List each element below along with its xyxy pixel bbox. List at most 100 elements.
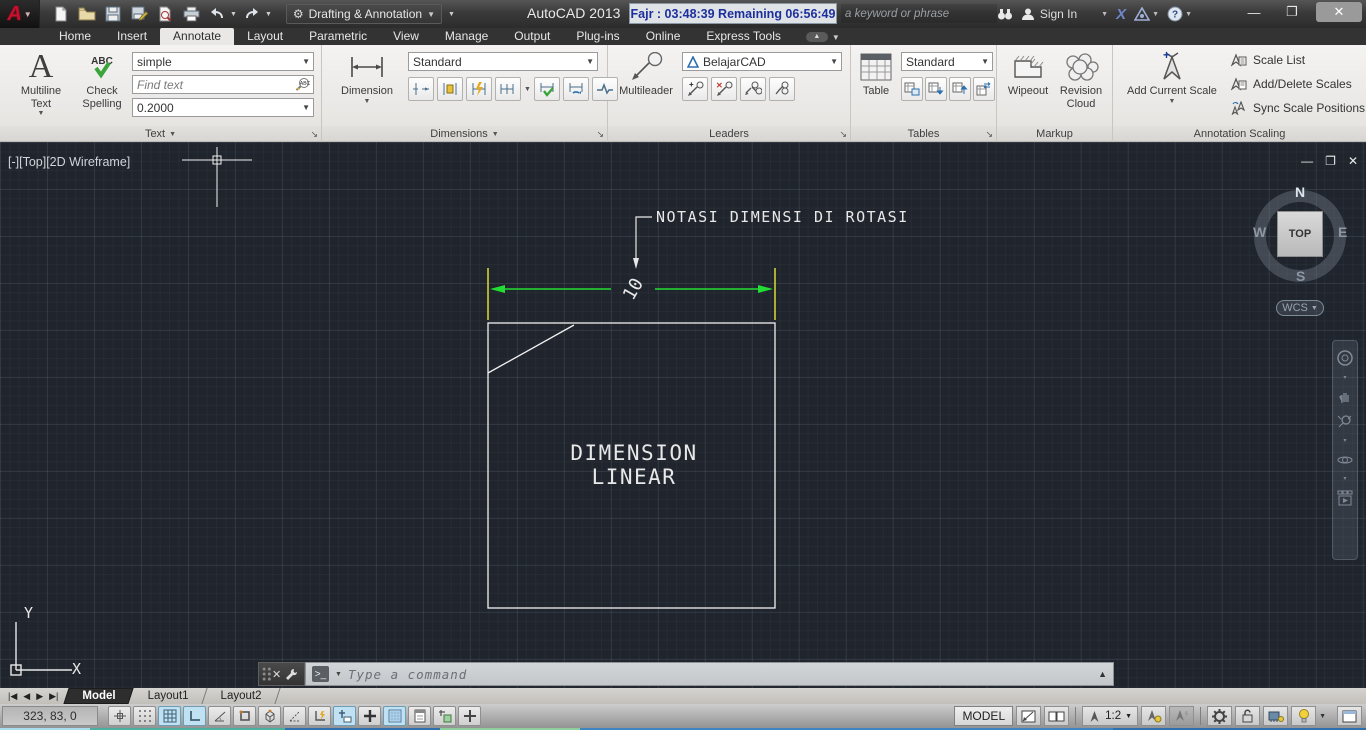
panel-title-text[interactable]: Text ▼ ↘ (0, 126, 322, 142)
snap-mode-toggle[interactable] (133, 706, 156, 726)
tab-manage[interactable]: Manage (432, 28, 501, 45)
multileader-button[interactable]: Multileader (614, 49, 678, 98)
text-style-combo[interactable]: simple ▼ (132, 52, 314, 71)
grid-display-toggle[interactable] (158, 706, 181, 726)
quick-dimension-button[interactable] (466, 77, 492, 101)
command-prompt-icon[interactable]: >_ (312, 666, 329, 682)
tab-parametric[interactable]: Parametric (296, 28, 380, 45)
clean-screen-button[interactable] (1337, 706, 1362, 726)
add-leader-button[interactable]: + (682, 77, 708, 101)
viewcube-top-face[interactable]: TOP (1277, 211, 1323, 257)
selection-cycling-toggle[interactable] (433, 706, 456, 726)
quick-properties-toggle[interactable] (408, 706, 431, 726)
viewcube-east[interactable]: E (1338, 224, 1347, 240)
open-file-button[interactable] (76, 4, 98, 24)
tab-output[interactable]: Output (501, 28, 563, 45)
continue-dropdown[interactable]: ▼ (524, 86, 531, 93)
annotation-monitor-toggle[interactable] (458, 706, 481, 726)
dimension-break-button[interactable] (408, 77, 434, 101)
tab-plugins[interactable]: Plug-ins (563, 28, 632, 45)
tables-dialog-launcher[interactable]: ↘ (985, 129, 993, 140)
wipeout-button[interactable]: Wipeout (1003, 49, 1053, 98)
dimension-button[interactable]: Dimension ▼ (336, 49, 398, 106)
zoom-icon[interactable] (1337, 414, 1353, 430)
tab-online[interactable]: Online (633, 28, 694, 45)
panel-title-tables[interactable]: Tables ↘ (851, 126, 997, 142)
workspace-switcher[interactable]: ⚙ Drafting & Annotation ▼ (285, 4, 442, 24)
panel-title-markup[interactable]: Markup (997, 126, 1113, 142)
drag-handle-icon[interactable]: ●● ●● ●● (262, 666, 271, 683)
multiline-text-button[interactable]: A Multiline Text ▼ (10, 48, 72, 118)
redo-dropdown[interactable]: ▼ (265, 11, 272, 18)
polar-tracking-toggle[interactable] (208, 706, 231, 726)
transparency-toggle[interactable] (383, 706, 406, 726)
find-text-input[interactable]: Find text ABC (132, 75, 314, 94)
tab-insert[interactable]: Insert (104, 28, 160, 45)
annotation-visibility-button[interactable] (1141, 706, 1167, 726)
ribbon-minimize-control[interactable]: ▲ ▼ (805, 32, 840, 45)
adjust-space-button[interactable] (437, 77, 463, 101)
viewcube-north[interactable]: N (1295, 184, 1305, 200)
navigation-wheel-icon[interactable] (1336, 349, 1354, 367)
sign-in-button[interactable]: Sign In ▼ (1017, 3, 1112, 25)
redo-button[interactable] (241, 4, 263, 24)
download-from-source-button[interactable] (925, 77, 947, 101)
dynamic-ucs-toggle[interactable] (308, 706, 331, 726)
lineweight-toggle[interactable] (358, 706, 381, 726)
quick-view-drawings-button[interactable] (1044, 706, 1070, 726)
save-button[interactable] (102, 4, 124, 24)
multileader-style-combo[interactable]: BelajarCAD ▼ (682, 52, 842, 71)
3d-object-snap-toggle[interactable] (258, 706, 281, 726)
infer-constraints-toggle[interactable] (108, 706, 131, 726)
first-tab-icon[interactable]: |◀ (8, 691, 17, 702)
plot-preview-button[interactable] (154, 4, 176, 24)
undo-dropdown[interactable]: ▼ (230, 11, 237, 18)
extract-data-button[interactable] (901, 77, 923, 101)
panel-title-dimensions[interactable]: Dimensions ▼ ↘ (322, 126, 608, 142)
layout-tab-navigation[interactable]: |◀ ◀ ▶ ▶| (0, 688, 66, 704)
upload-to-source-button[interactable] (949, 77, 971, 101)
last-tab-icon[interactable]: ▶| (49, 691, 58, 702)
customize-wrench-icon[interactable] (285, 668, 298, 681)
quick-view-layouts-button[interactable] (1016, 706, 1042, 726)
command-input[interactable]: >_ ▼ Type a command ▲ (305, 662, 1114, 686)
plot-button[interactable] (180, 4, 202, 24)
sync-scale-positions-button[interactable]: Sync Scale Positions (1231, 101, 1365, 115)
help-button[interactable]: ? ▼ (1163, 3, 1196, 25)
dynamic-input-toggle[interactable] (333, 706, 356, 726)
new-file-button[interactable] (50, 4, 72, 24)
remove-leader-button[interactable]: ✕ (711, 77, 737, 101)
undo-button[interactable] (206, 4, 228, 24)
continue-dimension-button[interactable] (495, 77, 521, 101)
tab-view[interactable]: View (380, 28, 432, 45)
minimize-button[interactable]: — (1240, 2, 1268, 22)
application-menu-button[interactable]: A ▼ (0, 0, 40, 28)
command-line-grip[interactable]: ●● ●● ●● ✕ (258, 662, 305, 686)
tab-layout1[interactable]: Layout1 (129, 688, 208, 704)
add-delete-scales-button[interactable]: Add/Delete Scales (1231, 77, 1352, 91)
tab-home[interactable]: Home (46, 28, 104, 45)
close-button[interactable]: ✕ (1316, 2, 1362, 22)
dim-style-combo[interactable]: Standard ▼ (408, 52, 598, 71)
status-menu-dropdown[interactable]: ▼ (1319, 713, 1326, 720)
align-leaders-button[interactable] (740, 77, 766, 101)
text-height-combo[interactable]: 0.2000 ▼ (132, 98, 314, 117)
add-current-scale-button[interactable]: + Add Current Scale ▼ (1121, 49, 1223, 106)
object-snap-toggle[interactable] (233, 706, 256, 726)
viewcube-west[interactable]: W (1253, 224, 1266, 240)
check-spelling-button[interactable]: ABC Check Spelling (76, 49, 128, 110)
wcs-menu-button[interactable]: WCS ▼ (1276, 300, 1324, 316)
data-link-button[interactable] (973, 77, 995, 101)
navigation-bar[interactable]: ▾ ▾ ▾ (1332, 340, 1358, 560)
prev-tab-icon[interactable]: ◀ (23, 691, 30, 702)
ortho-mode-toggle[interactable] (183, 706, 206, 726)
lock-ui-button[interactable] (1235, 706, 1261, 726)
autoscale-button[interactable] (1169, 706, 1195, 726)
qat-customize-dropdown[interactable]: ▼ (448, 11, 455, 18)
command-close-icon[interactable]: ✕ (272, 668, 281, 681)
infocenter-search-input[interactable]: a keyword or phrase (841, 4, 997, 23)
hardware-acceleration-button[interactable] (1263, 706, 1289, 726)
autodesk-360-button[interactable]: ▼ (1130, 3, 1163, 25)
tab-express-tools[interactable]: Express Tools (693, 28, 793, 45)
next-tab-icon[interactable]: ▶ (36, 691, 43, 702)
